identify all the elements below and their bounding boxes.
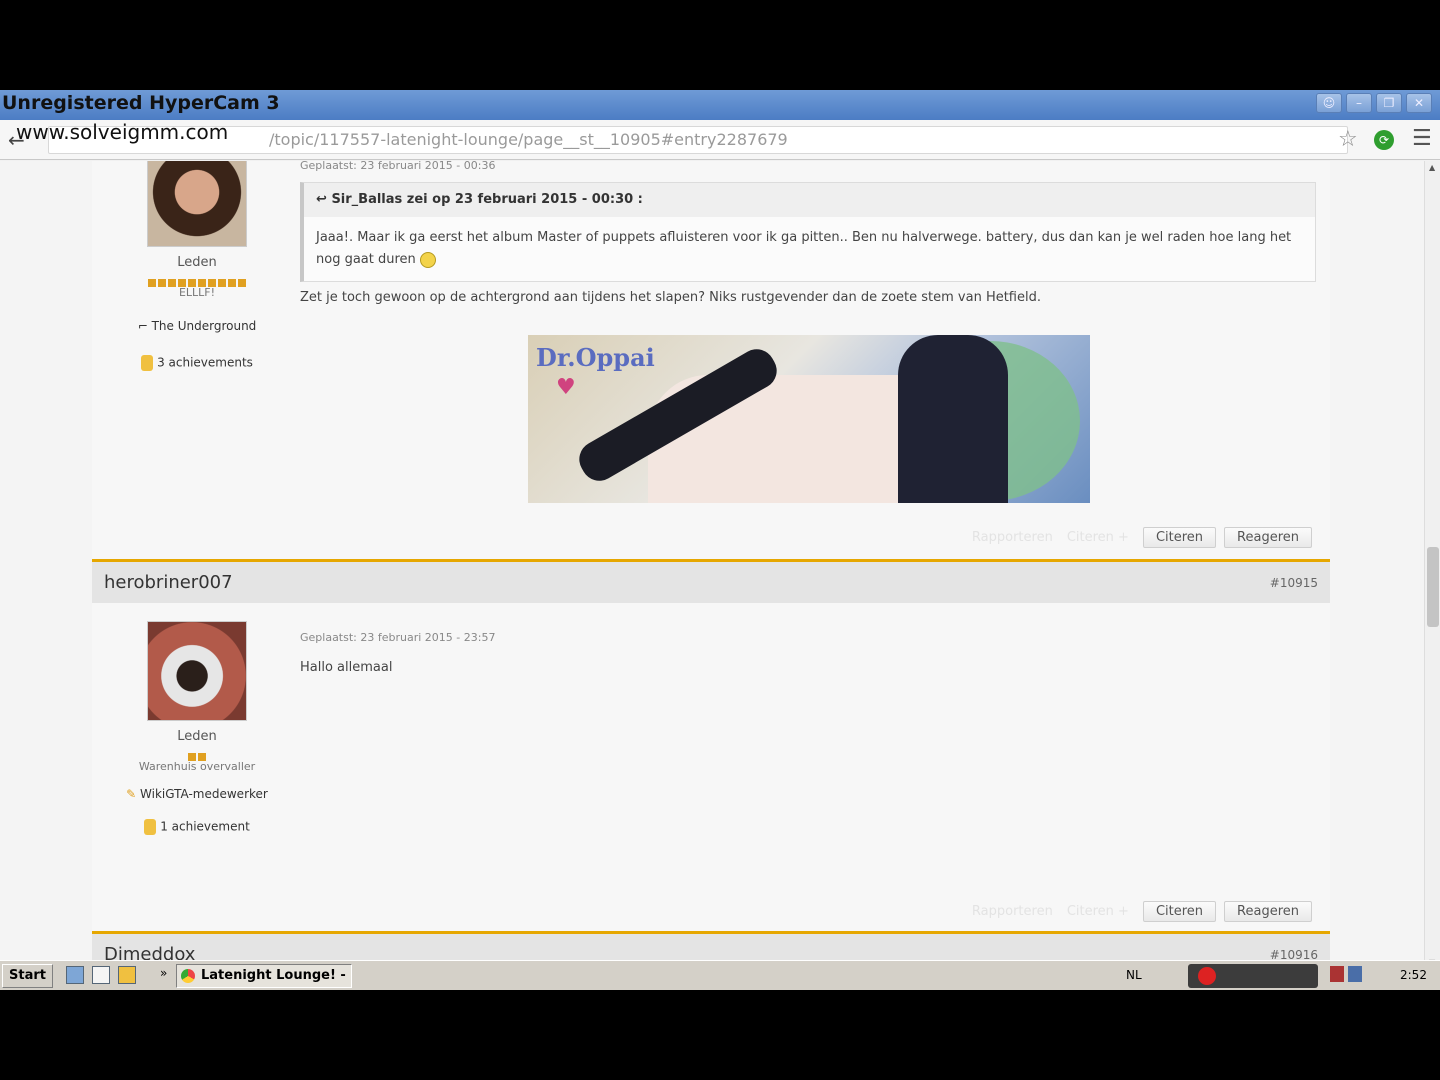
quote-button[interactable]: Citeren [1142, 901, 1217, 922]
post-userinfo: Leden ELLLF! ⌐ The Underground 3 achieve… [92, 161, 302, 371]
post-author[interactable]: herobriner007 [104, 572, 233, 593]
quote-header-text: Sir_Ballas zei op 23 februari 2015 - 00:… [331, 192, 643, 207]
quote-header: ↩ Sir_Ballas zei op 23 februari 2015 - 0… [304, 183, 1315, 217]
tray-icon[interactable] [1330, 966, 1344, 982]
taskbar-item-label: Latenight Lounge! - ... [201, 968, 346, 983]
quote-arrow-icon: ↩ [316, 192, 327, 207]
browser-menu-icon[interactable]: ☰ [1412, 126, 1432, 151]
post-actions: Rapporteren Citeren + Citeren Reageren [972, 901, 1312, 922]
record-icon[interactable] [1198, 967, 1216, 985]
close-icon[interactable]: ✕ [1406, 93, 1432, 113]
member-title: Warenhuis overvaller [138, 760, 256, 773]
bookmark-star-icon[interactable]: ☆ [1338, 127, 1358, 152]
recorder-watermark-url: www.solveigmm.com [16, 120, 229, 144]
language-indicator[interactable]: NL [1126, 968, 1142, 982]
post-body: Geplaatst: 23 februari 2015 - 23:57 Hall… [300, 631, 495, 675]
post-header: herobriner007 #10915 [92, 559, 1330, 603]
quote-button[interactable]: Citeren [1142, 527, 1217, 548]
achievements-link[interactable]: 3 achievements [92, 355, 302, 371]
chrome-icon [181, 969, 195, 983]
member-group[interactable]: ✎ WikiGTA-medewerker [92, 787, 302, 801]
quick-launch [66, 966, 136, 984]
avatar[interactable] [147, 621, 247, 721]
pencil-icon: ✎ [126, 787, 137, 801]
post-date: Geplaatst: 23 februari 2015 - 23:57 [300, 631, 496, 644]
heart-icon: ♥ [556, 375, 576, 400]
post-number[interactable]: #10915 [1270, 576, 1318, 590]
chevron-icon[interactable]: » [160, 966, 167, 980]
screen: Unregistered HyperCam 3 ☺ – ❐ ✕ ← /topic… [0, 90, 1440, 990]
reply-button[interactable]: Reageren [1224, 901, 1312, 922]
achievements-label: 1 achievement [160, 819, 250, 834]
member-rank: Leden [177, 729, 217, 744]
volume-icon[interactable] [1348, 966, 1362, 982]
medal-icon [141, 355, 154, 371]
page-content: Leden ELLLF! ⌐ The Underground 3 achieve… [0, 161, 1424, 969]
media-icon[interactable] [118, 966, 136, 984]
quote-block: ↩ Sir_Ballas zei op 23 februari 2015 - 0… [300, 182, 1316, 282]
minimize-icon[interactable]: – [1346, 93, 1372, 113]
recorder-tray [1188, 964, 1318, 988]
banner-hair [898, 335, 1008, 503]
clock: 2:52 [1400, 968, 1427, 982]
smiley-icon [419, 251, 436, 268]
post-text: Hallo allemaal [300, 660, 393, 675]
rank-pips [92, 272, 302, 287]
desktop-icon[interactable] [66, 966, 84, 984]
avatar[interactable] [147, 161, 247, 247]
browser-toolbar: ← /topic/117557-latenight-lounge/page__s… [0, 120, 1440, 160]
taskbar-item-browser[interactable]: Latenight Lounge! - ... [176, 964, 352, 988]
scroll-up-icon[interactable]: ▲ [1429, 163, 1435, 172]
window-controls: ☺ – ❐ ✕ [1316, 93, 1432, 113]
member-group-label: WikiGTA-medewerker [140, 787, 268, 801]
quote-text: Jaaa!. Maar ik ga eerst het album Master… [304, 217, 1315, 281]
restore-icon[interactable]: ❐ [1376, 93, 1402, 113]
multiquote-button[interactable]: Citeren + [1067, 530, 1129, 545]
post-actions: Rapporteren Citeren + Citeren Reageren [972, 527, 1312, 548]
banner-logo: Dr.Oppai [536, 343, 655, 372]
extension-icon[interactable]: ⟳ [1374, 130, 1394, 150]
achievements-label: 3 achievements [157, 355, 253, 370]
report-button[interactable]: Rapporteren [972, 530, 1053, 545]
member-group[interactable]: ⌐ The Underground [92, 319, 302, 333]
multiquote-button[interactable]: Citeren + [1067, 904, 1129, 919]
document-icon[interactable] [92, 966, 110, 984]
post-text: Zet je toch gewoon op de achtergrond aan… [300, 290, 1041, 305]
window-title-bar: Unregistered HyperCam 3 ☺ – ❐ ✕ [0, 90, 1440, 120]
gun-icon: ⌐ [137, 319, 148, 333]
member-rank: Leden [177, 255, 217, 270]
system-tray [1330, 966, 1362, 982]
taskbar: Start » Latenight Lounge! - ... NL 2:52 [0, 960, 1440, 990]
address-bar[interactable]: /topic/117557-latenight-lounge/page__st_… [48, 126, 1348, 154]
report-button[interactable]: Rapporteren [972, 904, 1053, 919]
account-icon[interactable]: ☺ [1316, 93, 1342, 113]
forum-post: Leden ELLLF! ⌐ The Underground 3 achieve… [92, 161, 1330, 559]
forum-post: herobriner007 #10915 Leden Warenhuis ove… [92, 559, 1330, 935]
quote-text-content: Jaaa!. Maar ik ga eerst het album Master… [316, 230, 1292, 267]
vertical-scrollbar[interactable]: ▲ ▼ [1424, 161, 1440, 969]
achievements-link[interactable]: 1 achievement [92, 819, 302, 835]
member-group-label: The Underground [151, 319, 257, 333]
scroll-thumb[interactable] [1427, 547, 1439, 627]
reply-button[interactable]: Reageren [1224, 527, 1312, 548]
recorder-watermark: Unregistered HyperCam 3 [2, 92, 280, 114]
member-title: ELLLF! [178, 286, 216, 299]
medal-icon [144, 819, 157, 835]
post-date: Geplaatst: 23 februari 2015 - 00:36 [300, 161, 496, 172]
rank-pips [92, 746, 302, 761]
signature-banner-image: Dr.Oppai ♥ [528, 335, 1090, 503]
start-button[interactable]: Start [2, 964, 53, 988]
post-body: Geplaatst: 23 februari 2015 - 00:36 ↩ Si… [300, 161, 1316, 305]
post-userinfo: Leden Warenhuis overvaller ✎ WikiGTA-med… [92, 621, 302, 835]
